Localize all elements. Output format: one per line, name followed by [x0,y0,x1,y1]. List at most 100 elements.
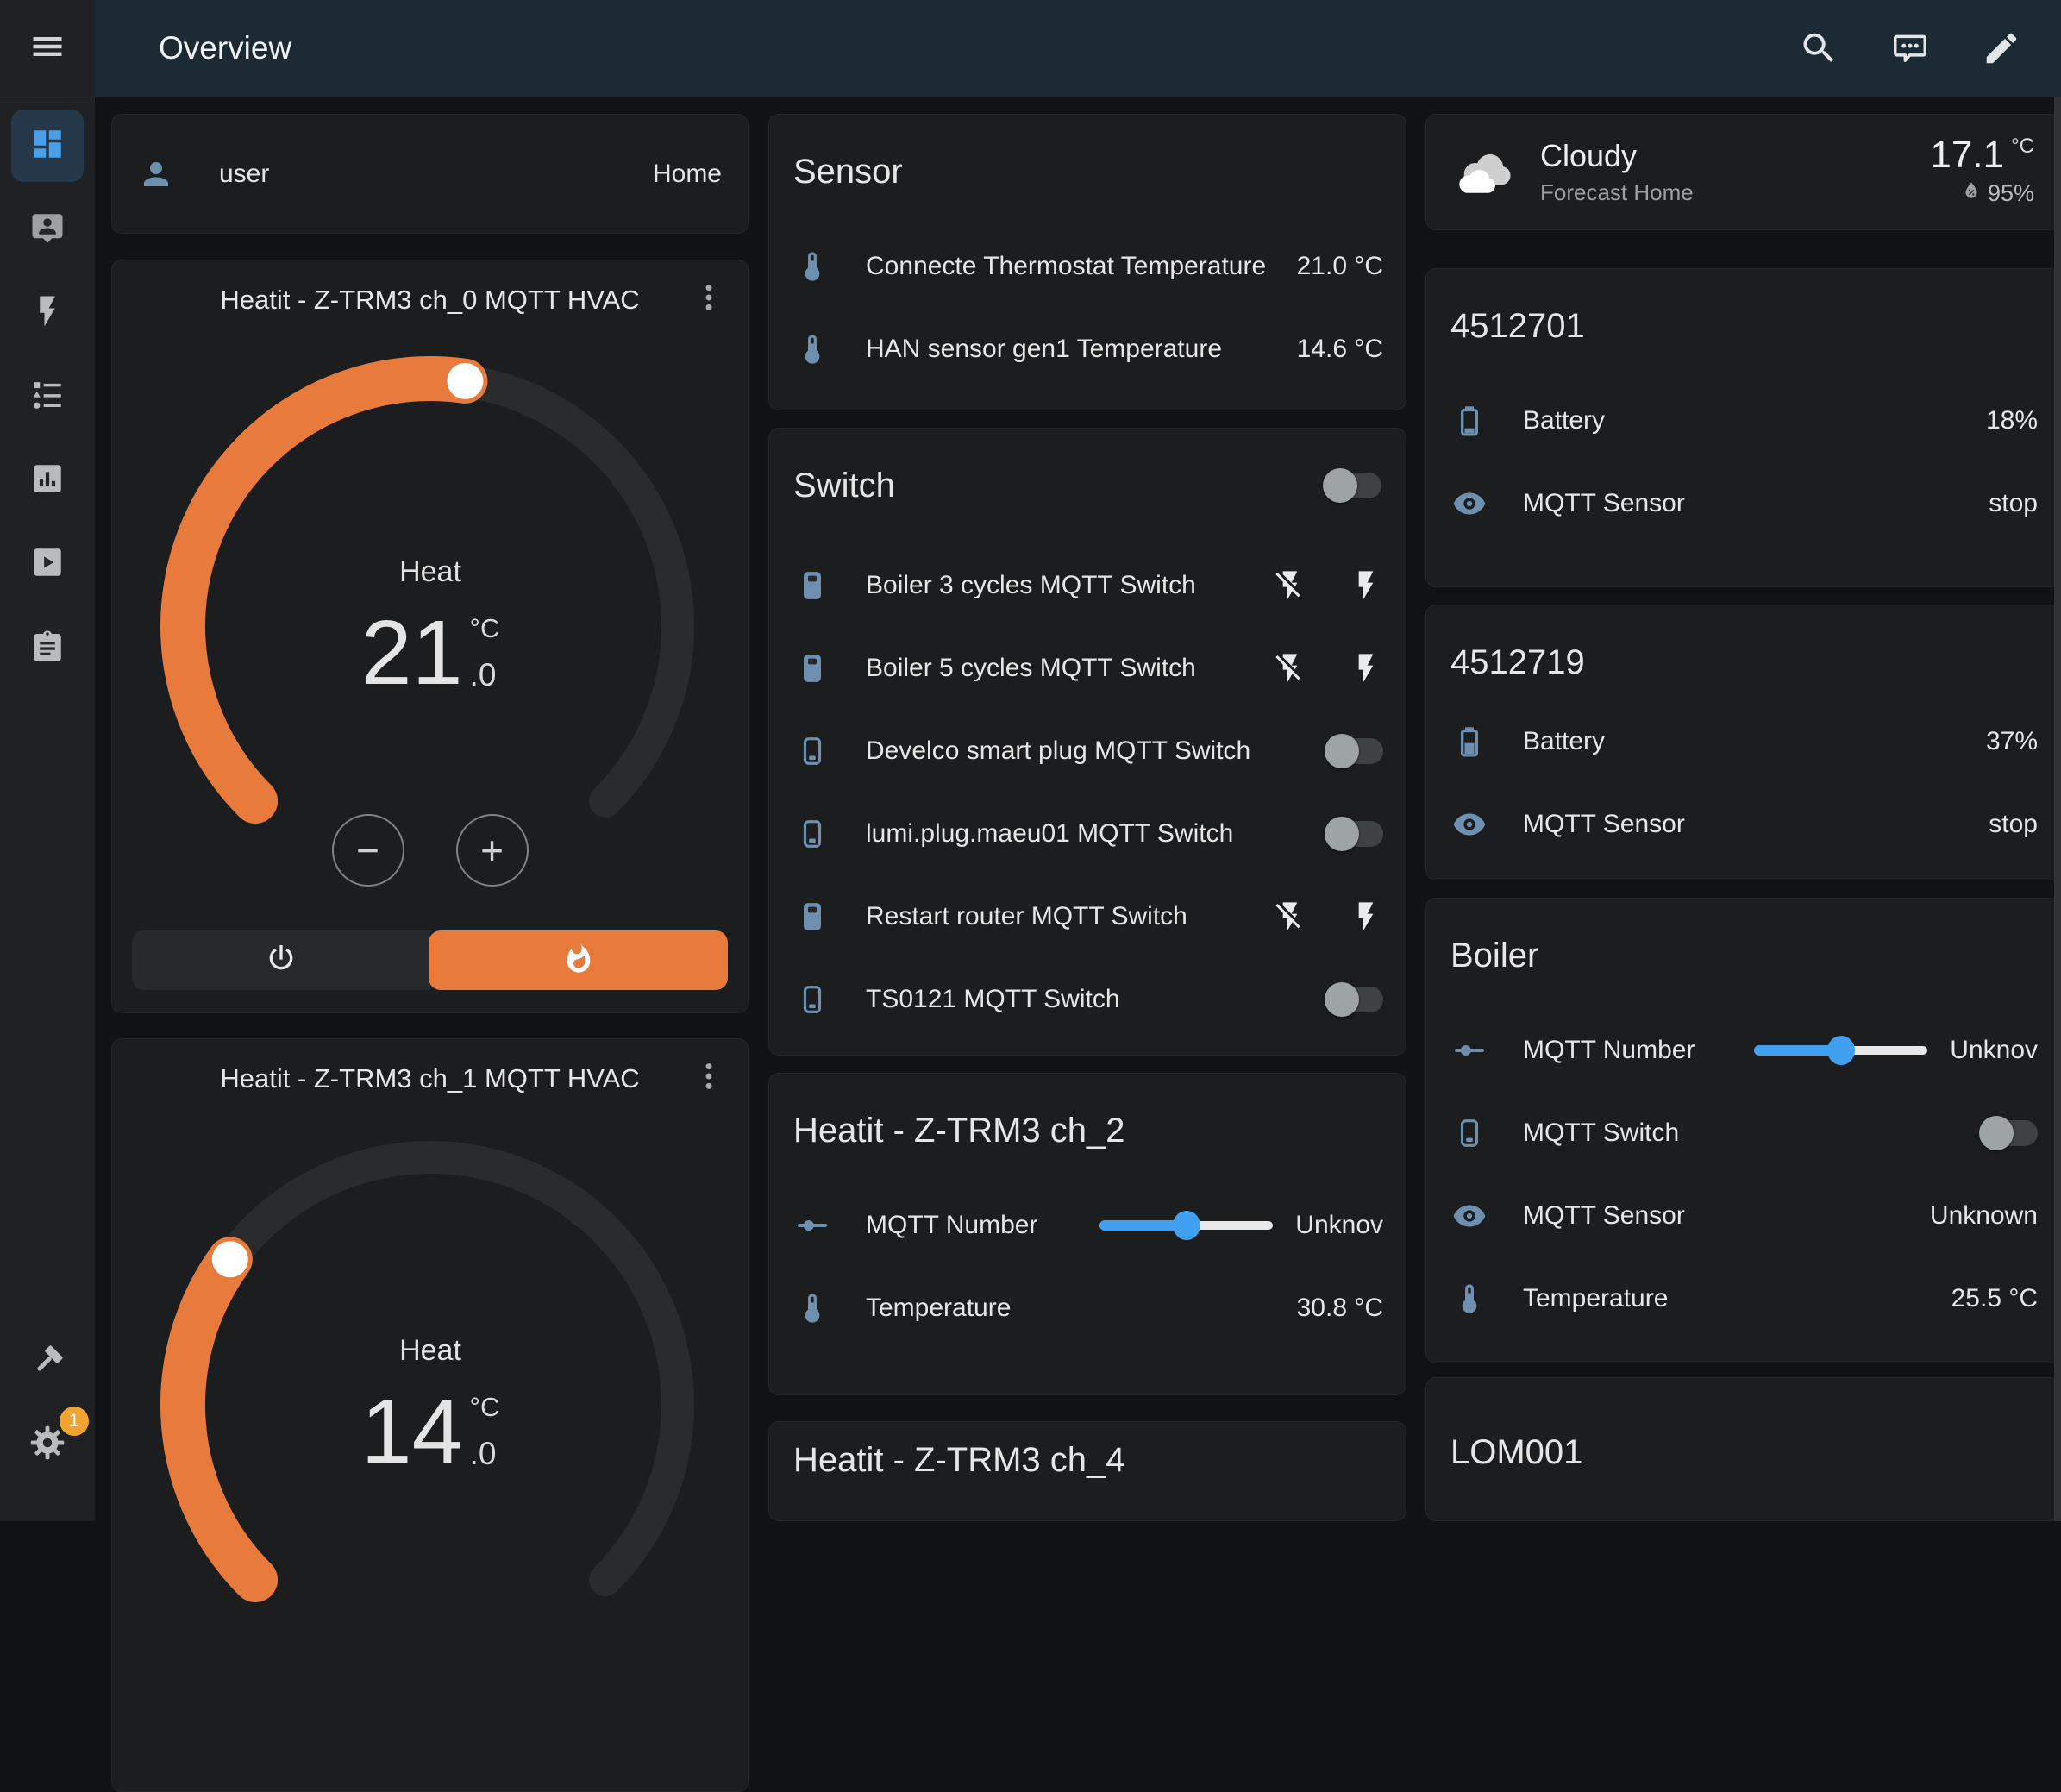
toggle-switch[interactable] [1326,817,1383,851]
flash-off-button[interactable] [1273,899,1307,934]
entity-row[interactable]: Develco smart plug MQTT Switch [793,710,1383,793]
eye-icon [1450,1199,1488,1233]
entity-row[interactable]: MQTT NumberUnknov [793,1184,1383,1267]
humidity-icon [1960,179,1983,208]
switch-off-icon [793,734,831,768]
weather-condition: Cloudy [1540,138,1694,174]
sensor-card: Sensor Connecte Thermostat Temperature21… [768,114,1406,410]
weather-subtitle: Forecast Home [1540,179,1694,206]
gear-icon [29,1425,66,1465]
hvac-mode-label: Heat [399,555,461,589]
flash-button[interactable] [1349,899,1383,934]
number-slider[interactable] [1754,1035,1927,1066]
thermometer-icon [793,332,831,367]
target-temperature: 14 [361,1388,463,1476]
card-title: Heatit - Z-TRM3 ch_4 [769,1422,1406,1479]
sidebar-item-settings[interactable]: 1 [11,1408,84,1481]
sidebar: 1 [0,0,95,1521]
entity-label: MQTT Sensor [1523,810,1685,839]
entity-row[interactable]: Restart router MQTT Switch [793,875,1383,958]
temperature-decimal: .0 [470,657,500,693]
toggle-switch[interactable] [1326,734,1383,768]
entity-row[interactable]: MQTT Sensorstop [1450,783,2038,866]
person-name: user [219,160,269,189]
entity-row[interactable]: MQTT NumberUnknov [1450,1009,2038,1092]
boiler-card: Boiler MQTT NumberUnknovMQTT SwitchMQTT … [1425,898,2061,1363]
thermostat-card-ch1: Heatit - Z-TRM3 ch_1 MQTT HVAC Heat 14 °… [111,1038,749,1792]
toggle-switch[interactable] [1981,1116,2038,1150]
entity-label: lumi.plug.maeu01 MQTT Switch [866,819,1233,849]
entity-row[interactable]: Battery18% [1450,379,2038,462]
switch-off-icon [1450,1116,1488,1150]
hvac-off-button[interactable] [132,930,430,990]
entity-label: Develco smart plug MQTT Switch [866,736,1250,766]
card-title: LOM001 [1426,1378,2060,1471]
clipboard-icon [29,628,66,668]
person-card[interactable]: user Home [111,114,749,234]
entity-value: 18% [1986,406,2038,435]
toggle-switch[interactable] [1326,982,1383,1017]
eye-icon [1450,486,1488,521]
sidebar-item-media[interactable] [11,528,84,600]
search-icon[interactable] [1799,28,1839,68]
flash-off-button[interactable] [1273,651,1307,686]
entity-row[interactable]: Connecte Thermostat Temperature21.0 °C [793,225,1383,308]
card-title: Heatit - Z-TRM3 ch_2 [769,1074,1406,1150]
increase-temperature-button[interactable]: + [456,814,529,887]
scrollbar[interactable] [2054,97,2061,1521]
weather-card[interactable]: Cloudy Forecast Home 17.1 °C 95% [1425,114,2061,230]
flash-button[interactable] [1349,651,1383,686]
battery-half-icon [1450,724,1488,759]
entity-row[interactable]: Temperature 25.5 °C [1450,1257,2038,1340]
edit-pencil-icon[interactable] [1982,28,2021,68]
sidebar-item-energy[interactable] [11,277,84,349]
sidebar-item-todo[interactable] [11,611,84,684]
entity-label: Temperature [1523,1284,1668,1313]
sidebar-item-developer-tools[interactable] [11,1326,84,1399]
entity-row[interactable]: Battery37% [1450,700,2038,783]
entity-row[interactable]: lumi.plug.maeu01 MQTT Switch [793,793,1383,875]
sidebar-item-people[interactable] [11,193,84,266]
flash-off-button[interactable] [1273,568,1307,603]
entity-value: 25.5 °C [1951,1284,2038,1313]
weather-temperature: 17.1 [1930,136,2004,174]
entity-label: HAN sensor gen1 Temperature [866,335,1222,364]
entity-row[interactable]: HAN sensor gen1 Temperature14.6 °C [793,308,1383,391]
sidebar-item-dashboard[interactable] [11,110,84,182]
list-icon [29,377,66,417]
hvac-heat-button[interactable] [429,930,728,990]
entity-label: MQTT Number [1523,1036,1695,1065]
entity-row[interactable]: TS0121 MQTT Switch [793,958,1383,1041]
settings-notification-badge: 1 [60,1407,89,1436]
group-toggle-switch[interactable] [1325,468,1381,503]
thermostat-dial[interactable]: Heat 14 °C .0 [154,1129,706,1681]
sidebar-item-logbook[interactable] [11,360,84,433]
entity-row[interactable]: MQTT Sensorstop [1450,462,2038,545]
entity-row[interactable]: Boiler 3 cycles MQTT Switch [793,544,1383,627]
entity-label: MQTT Number [866,1211,1037,1240]
entity-value: Unknown [1930,1201,2038,1231]
thermometer-icon [1450,1281,1488,1316]
entity-value: 21.0 °C [1297,252,1383,281]
entity-row[interactable]: MQTT SensorUnknown [1450,1175,2038,1257]
more-menu-icon[interactable] [691,279,727,316]
slider-icon [1450,1033,1488,1068]
assist-chat-icon[interactable] [1890,28,1930,68]
card-title: Sensor [769,115,1406,191]
play-box-icon [29,544,66,585]
switch-off-icon [793,982,831,1017]
more-menu-icon[interactable] [691,1058,727,1094]
card-title: 4512719 [1426,605,2060,681]
hammer-icon [29,1343,66,1383]
decrease-temperature-button[interactable]: − [332,814,404,887]
sidebar-item-history[interactable] [11,444,84,517]
entity-row[interactable]: MQTT Switch [1450,1092,2038,1175]
entity-row[interactable]: Temperature30.8 °C [793,1267,1383,1350]
entity-label: Boiler 3 cycles MQTT Switch [866,571,1196,600]
number-slider[interactable] [1099,1210,1273,1241]
entity-row[interactable]: Boiler 5 cycles MQTT Switch [793,627,1383,710]
dashboard-icon [29,126,66,166]
card-title: Boiler [1426,899,2060,974]
flash-button[interactable] [1349,568,1383,603]
menu-button[interactable] [0,0,95,97]
